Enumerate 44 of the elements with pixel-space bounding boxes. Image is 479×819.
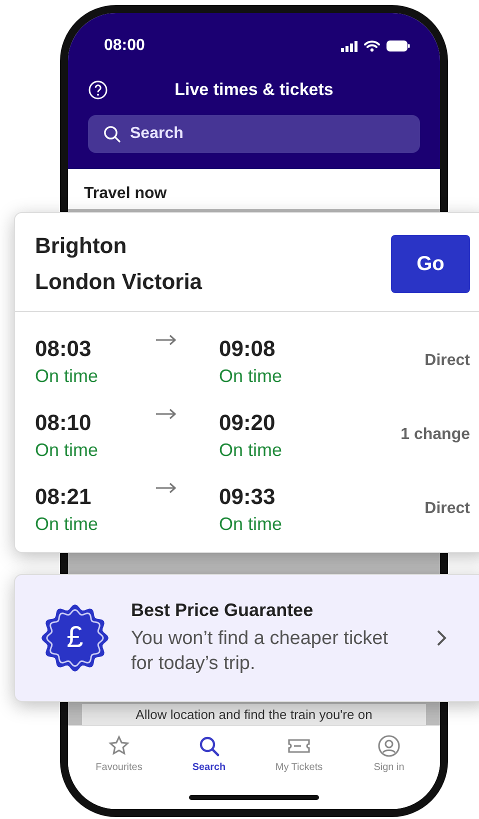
rosette-badge	[41, 604, 109, 672]
tab-bar-item[interactable]: Search	[174, 734, 244, 785]
departure-status: On time	[35, 514, 100, 534]
destination-station: London Victoria	[35, 269, 204, 295]
screen-title: Live times & tickets	[174, 80, 334, 100]
tab-bar-item[interactable]: Sign in	[354, 734, 424, 785]
changes-label: Direct	[424, 352, 470, 370]
tab-bar-item[interactable]: Favourites	[84, 734, 154, 785]
arrow-icon	[155, 482, 177, 494]
star-icon	[107, 734, 131, 758]
search-icon	[102, 124, 122, 144]
pound-sign: £	[66, 623, 84, 653]
arrow-icon	[155, 334, 177, 346]
search-field[interactable]: Search	[88, 115, 420, 153]
go-button[interactable]: Go	[391, 235, 470, 293]
help-icon[interactable]	[88, 80, 108, 100]
arrival-status: On time	[219, 514, 284, 534]
departure-time: 08:03	[35, 336, 92, 362]
promo-text: You won’t find a cheaper ticket for today’s trip.	[131, 626, 390, 676]
departure-status: On time	[35, 366, 100, 386]
arrival-time: 09:33	[219, 484, 276, 510]
person-icon	[377, 734, 401, 758]
departure-time: 08:21	[35, 484, 92, 510]
status-time: 08:00	[104, 37, 145, 55]
changes-label: 1 change	[400, 426, 470, 444]
arrival-status: On time	[219, 440, 284, 460]
location-hint: Allow location and find the train you're on	[82, 704, 426, 725]
arrival-time: 09:20	[219, 410, 276, 436]
tab-bar-item[interactable]: My Tickets	[264, 734, 334, 785]
origin-station: Brighton	[35, 233, 128, 259]
departure-time: 08:10	[35, 410, 92, 436]
signal-icon	[341, 40, 358, 52]
section-heading: Travel now	[84, 185, 167, 202]
promo-title: Best Price Guarantee	[131, 600, 314, 621]
arrival-status: On time	[219, 366, 284, 386]
wifi-icon	[364, 40, 380, 52]
search-icon	[197, 734, 221, 758]
departure-status: On time	[35, 440, 100, 460]
promo-card[interactable]: £ Best Price Guarantee You won’t find a cheaper ticket for today’s trip.	[14, 574, 479, 702]
changes-label: Direct	[424, 500, 470, 518]
battery-icon	[386, 40, 410, 52]
arrival-time: 09:08	[219, 336, 276, 362]
chevron-right-icon	[436, 629, 448, 647]
arrow-icon	[155, 408, 177, 420]
